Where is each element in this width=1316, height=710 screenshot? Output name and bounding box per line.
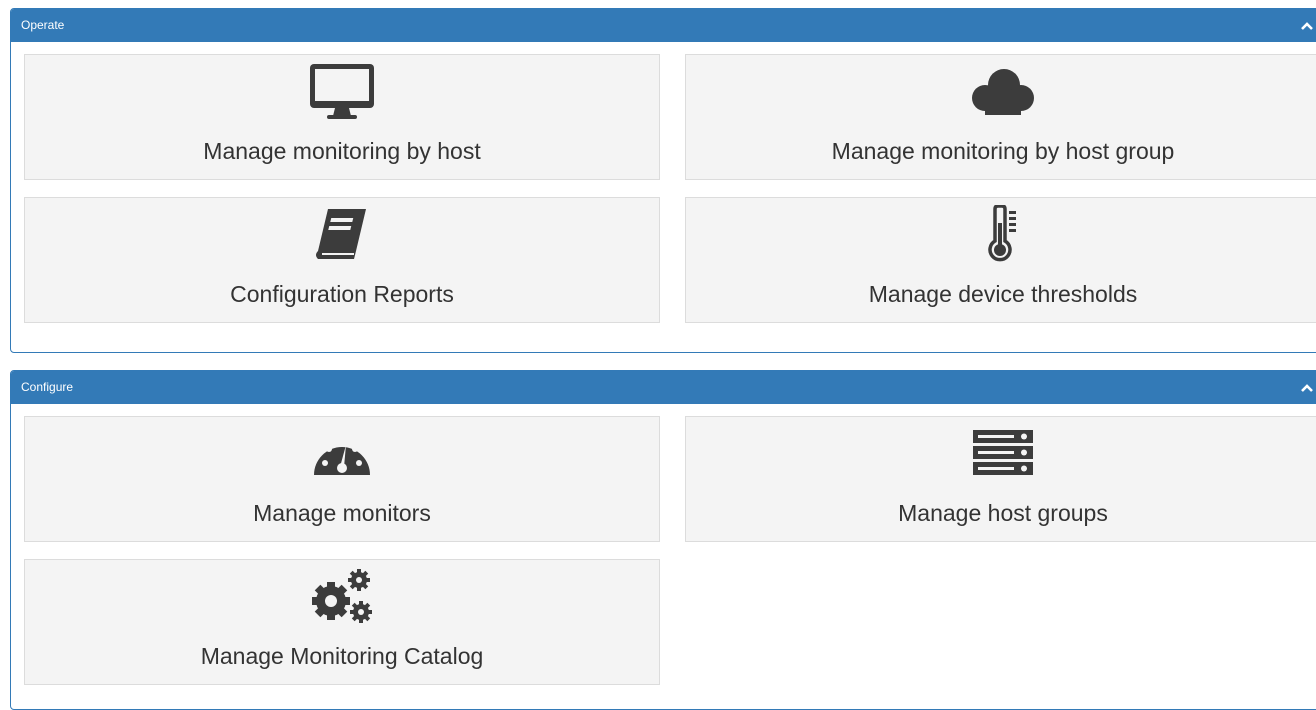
- chevron-up-icon[interactable]: [1299, 18, 1315, 34]
- thermometer-icon: [968, 205, 1038, 262]
- cloud-icon: [968, 65, 1038, 117]
- configure-panel: Configure Manage monitors Manage host gr…: [10, 370, 1316, 710]
- desktop-icon: [307, 64, 377, 119]
- tile-configuration-reports[interactable]: Configuration Reports: [24, 197, 660, 323]
- tile-label: Manage monitors: [253, 500, 431, 526]
- tile-label: Manage device thresholds: [868, 281, 1138, 307]
- cogs-icon: [307, 569, 377, 623]
- tile-label: Manage host groups: [898, 500, 1108, 526]
- tile-manage-monitoring-by-host[interactable]: Manage monitoring by host: [24, 54, 660, 180]
- dashboard-gauge-icon: [307, 427, 377, 479]
- tile-manage-host-groups[interactable]: Manage host groups: [685, 416, 1316, 542]
- server-stack-icon: [968, 427, 1038, 479]
- tile-manage-device-thresholds[interactable]: Manage device thresholds: [685, 197, 1316, 323]
- tile-manage-monitors[interactable]: Manage monitors: [24, 416, 660, 542]
- tile-label: Manage Monitoring Catalog: [200, 643, 484, 669]
- tile-label: Configuration Reports: [230, 281, 454, 307]
- operate-panel-header[interactable]: Operate: [11, 9, 1316, 42]
- operate-panel: Operate Manage monitoring by host Manage: [10, 8, 1316, 353]
- panel-title: Operate: [21, 18, 65, 32]
- panel-title: Configure: [21, 380, 74, 394]
- tile-label: Manage monitoring by host: [203, 138, 481, 164]
- chevron-up-icon[interactable]: [1299, 380, 1315, 396]
- tile-label: Manage monitoring by host group: [831, 138, 1175, 164]
- configure-panel-header[interactable]: Configure: [11, 371, 1316, 404]
- tile-manage-monitoring-catalog[interactable]: Manage Monitoring Catalog: [24, 559, 660, 685]
- tile-manage-monitoring-by-host-group[interactable]: Manage monitoring by host group: [685, 54, 1316, 180]
- book-icon: [307, 208, 377, 260]
